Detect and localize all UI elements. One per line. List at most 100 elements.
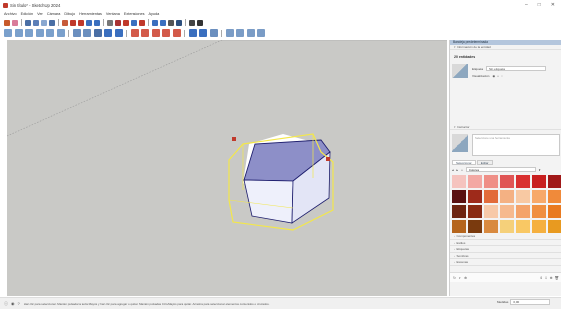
dimension-icon[interactable] xyxy=(115,19,121,26)
xray-icon[interactable] xyxy=(72,29,81,37)
section-plane-icon[interactable] xyxy=(188,29,197,37)
sort-icon[interactable]: ⇕ xyxy=(540,276,543,280)
selected-solid[interactable] xyxy=(228,133,334,231)
right-view-icon[interactable] xyxy=(35,29,44,37)
menu-tools[interactable]: Herramientas xyxy=(79,12,102,16)
solid-split-icon[interactable] xyxy=(172,29,181,37)
grip-handle-left[interactable] xyxy=(232,137,236,141)
info-icon[interactable]: ⓘ xyxy=(4,301,8,307)
select-icon[interactable] xyxy=(4,19,10,26)
eraser-icon[interactable] xyxy=(12,19,18,26)
chevron-down-icon[interactable]: ▾ xyxy=(539,168,541,172)
color-swatch[interactable] xyxy=(484,220,498,233)
shadows-icon[interactable] xyxy=(236,29,244,37)
forward-icon[interactable]: ▸ xyxy=(457,168,459,172)
back-view-icon[interactable] xyxy=(46,29,54,37)
rotate-icon[interactable] xyxy=(78,19,84,26)
menu-help[interactable]: Ayuda xyxy=(149,12,160,16)
person-icon[interactable] xyxy=(197,19,203,26)
close-button[interactable]: ✕ xyxy=(551,2,555,8)
solid-front-face[interactable] xyxy=(243,179,294,224)
tab-select[interactable]: Seleccionar xyxy=(452,160,476,165)
color-swatch[interactable] xyxy=(484,205,498,218)
scene-canvas[interactable] xyxy=(7,40,447,296)
measurements-input[interactable]: 0,00 xyxy=(510,299,551,305)
color-swatch[interactable] xyxy=(468,220,482,233)
color-swatch[interactable] xyxy=(452,175,466,188)
maximize-button[interactable]: □ xyxy=(538,2,541,8)
delete-icon[interactable]: 🗑 xyxy=(555,276,559,280)
color-swatch[interactable] xyxy=(500,205,514,218)
color-swatch[interactable] xyxy=(452,220,466,233)
visibility-eye-icon[interactable]: ◉ xyxy=(492,74,495,78)
material-preview[interactable] xyxy=(452,64,468,78)
section-cut-icon[interactable] xyxy=(199,29,207,37)
menu-window[interactable]: Ventana xyxy=(106,12,120,16)
axes-icon[interactable] xyxy=(139,19,145,26)
add-icon[interactable]: ⊕ xyxy=(550,276,553,280)
color-swatch[interactable] xyxy=(500,175,514,188)
grip-handle-right[interactable] xyxy=(326,157,330,161)
scenes-section[interactable]: › Escenas xyxy=(450,259,561,266)
pushpull-icon[interactable] xyxy=(62,19,68,26)
color-swatch[interactable] xyxy=(468,175,482,188)
color-swatch[interactable] xyxy=(500,220,514,233)
home-icon[interactable]: ⌂ xyxy=(461,168,463,172)
tab-edit[interactable]: Editar xyxy=(476,160,493,165)
color-swatch[interactable] xyxy=(548,175,561,188)
color-swatch[interactable] xyxy=(452,205,466,218)
textured-icon[interactable] xyxy=(114,29,123,37)
menu-file[interactable]: Archivo xyxy=(4,12,17,16)
color-swatch[interactable] xyxy=(468,190,482,203)
move-icon[interactable] xyxy=(70,19,76,26)
color-swatch[interactable] xyxy=(548,205,561,218)
color-swatch[interactable] xyxy=(452,190,466,203)
top-view-icon[interactable] xyxy=(14,29,23,37)
geo-location-icon[interactable]: ◉ xyxy=(11,301,15,307)
color-by-tag-icon[interactable]: ◐ xyxy=(459,276,461,280)
color-swatch[interactable] xyxy=(468,205,482,218)
color-swatch[interactable] xyxy=(532,220,546,233)
iso-view-icon[interactable] xyxy=(4,29,12,37)
menu-draw[interactable]: Dibujo xyxy=(64,12,75,16)
pencil-icon[interactable] xyxy=(25,19,31,26)
arc-icon[interactable] xyxy=(49,19,55,26)
orbit-icon[interactable] xyxy=(152,19,158,26)
menu-extensions[interactable]: Extensiones xyxy=(124,12,145,16)
color-swatch[interactable] xyxy=(516,205,530,218)
layers-icon[interactable] xyxy=(257,29,265,37)
pan-icon[interactable] xyxy=(160,19,166,26)
protractor-icon[interactable] xyxy=(123,19,129,26)
shaded-icon[interactable] xyxy=(104,29,112,37)
layer-select[interactable]: Sin etiqueta xyxy=(486,66,547,71)
shadow-icon[interactable]: ◌ xyxy=(501,74,503,78)
circle-icon[interactable] xyxy=(41,19,47,26)
color-swatch[interactable] xyxy=(484,190,498,203)
scale-icon[interactable] xyxy=(86,19,92,26)
solid-trim-icon[interactable] xyxy=(162,29,170,37)
add-tag-icon[interactable]: ⊕ xyxy=(464,276,467,280)
offset-icon[interactable] xyxy=(94,19,100,26)
wireframe-icon[interactable] xyxy=(83,29,91,37)
color-swatch[interactable] xyxy=(532,175,546,188)
warehouse-icon[interactable] xyxy=(189,19,195,26)
tape-icon[interactable] xyxy=(107,19,113,26)
color-swatch[interactable] xyxy=(484,175,498,188)
fog-icon[interactable] xyxy=(246,29,255,37)
menu-edit[interactable]: Edición xyxy=(21,12,33,16)
color-swatch[interactable] xyxy=(516,220,530,233)
color-swatch[interactable] xyxy=(516,190,530,203)
rectangle-icon[interactable] xyxy=(33,19,39,26)
color-swatch[interactable] xyxy=(532,190,546,203)
color-swatch[interactable] xyxy=(500,190,514,203)
color-swatch[interactable] xyxy=(516,175,530,188)
lock-icon[interactable]: ⌂ xyxy=(497,74,499,78)
solid-subtract-icon[interactable] xyxy=(151,29,160,37)
menu-camera[interactable]: Cámara xyxy=(47,12,61,16)
left-view-icon[interactable] xyxy=(56,29,65,37)
sandbox-icon[interactable] xyxy=(209,29,218,37)
drawing-viewport[interactable] xyxy=(7,40,447,296)
minimize-button[interactable]: – xyxy=(525,2,528,8)
refresh-icon[interactable]: ↻ xyxy=(453,276,456,280)
color-swatch[interactable] xyxy=(548,220,561,233)
